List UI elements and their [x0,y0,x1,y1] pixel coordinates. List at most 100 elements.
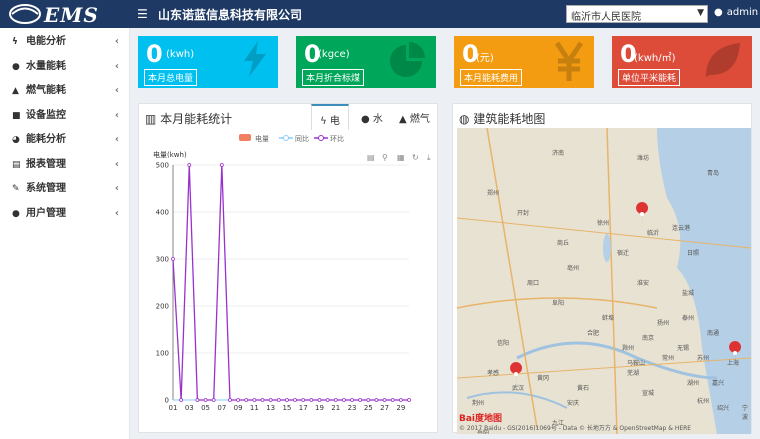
data-point [398,398,403,402]
data-point [244,398,249,402]
sidebar-item-label: 水量能耗 [26,60,66,72]
map-city-label: 无锡 [677,345,690,352]
map-city-label: 临沂 [647,230,660,237]
card-label: 本月折合标煤 [302,69,365,86]
data-point [317,398,322,402]
map-city-label: 荆州 [472,400,485,407]
chevron-left-icon: ‹ [114,60,119,72]
data-point [341,398,346,402]
data-point [260,398,265,402]
tab-water[interactable]: ● 水 [361,110,383,125]
drop-icon: ● [12,61,20,72]
sidebar-item-label: 能耗分析 [26,134,66,145]
x-tick-label: 11 [250,404,259,412]
chevron-left-icon: ‹ [114,207,119,219]
data-point [252,398,257,402]
y-tick-label: 300 [156,256,169,264]
data-point [211,398,216,402]
chart-tool-icon: ▤ [367,153,375,162]
map-city-label: 马鞍山 [627,360,646,367]
data-point [407,398,411,402]
map-city-label: 宁波 [742,405,749,421]
x-tick-label: 19 [315,404,324,412]
file-icon: ▤ [12,159,21,170]
building-map-panel: ◍ 建筑能耗地图 济南 潍坊 青岛 临沂 日照 徐州 连云港 宿迁 淮安 盐城 蚌埠 合肥 南京 扬州 泰州… [452,103,752,434]
sidebar-item-electric[interactable]: ϟ 电能分析 ‹ [0,30,129,55]
data-point [382,398,387,402]
y-axis-label: 电量(kwh) [153,150,187,159]
map-city-label: 周口 [527,280,540,287]
data-point [236,398,241,402]
chevron-left-icon: ‹ [114,36,119,47]
sidebar-item-reports[interactable]: ▤ 报表管理 ‹ [0,153,129,178]
map-city-label: 盐城 [682,290,695,297]
sidebar-item-water[interactable]: ● 水量能耗 ‹ [0,55,129,80]
sidebar-item-system[interactable]: ✎ 系统管理 ‹ [0,177,129,202]
hospital-select-value: 临沂市人民医院 [571,12,641,23]
data-point [219,163,224,167]
map-city-label: 宣城 [642,390,655,397]
x-tick-label: 21 [331,404,340,412]
sidebar-item-gas[interactable]: ▲ 燃气能耗 ‹ [0,79,129,104]
legend-label: 电量 [255,134,269,143]
data-point [309,398,314,402]
data-point [325,398,330,402]
map-marker-icon[interactable] [636,202,649,228]
map-city-label: 嘉兴 [712,380,725,387]
map-city-label: 宿迁 [617,250,630,257]
map-city-label: 常州 [662,355,675,362]
energy-line-chart: 电量 同比 环比▤ ⚲ ▦ ↻ ⤓电量(kwh)010020030040050001 03 05… [153,134,431,412]
map-city-label: 商丘 [557,240,570,247]
map-city-label: 苏州 [697,355,710,362]
ems-logo[interactable]: EMS [0,0,130,28]
hospital-select[interactable]: 临沂市人民医院 ▼ [566,5,708,23]
x-tick-label: 23 [348,404,357,412]
chevron-left-icon: ‹ [114,109,119,121]
top-header: EMS ☰ 山东诺蓝信息科技有限公司 临沂市人民医院 ▼ ● admin [0,0,760,28]
card-energy-cost[interactable]: 0 (元) 本月能耗费用 [454,36,594,88]
x-tick-label: 01 [169,404,178,412]
sidebar-item-label: 电能分析 [26,36,66,47]
globe-icon: ◍ [459,112,470,126]
yen-icon [554,41,584,81]
data-point [358,398,363,402]
x-tick-label: 27 [380,404,389,412]
map-city-label: 淮安 [637,280,650,287]
bar-chart-icon: ▥ [145,112,157,126]
sidebar-toggle-icon[interactable]: ☰ [137,7,148,21]
legend-swatch [283,135,289,141]
sidebar-item-label: 设备监控 [26,109,66,121]
panel-title: ◍ 建筑能耗地图 [459,112,546,126]
map-city-label: 济南 [552,150,565,157]
card-standard-coal[interactable]: 0 (kgce) 本月折合标煤 [296,36,436,88]
x-tick-label: 29 [396,404,405,412]
tab-gas[interactable]: ▲ 燃气 [399,110,430,125]
card-label: 本月总电量 [144,69,198,86]
building-energy-map[interactable]: 济南 潍坊 青岛 临沂 日照 徐州 连云港 宿迁 淮安 盐城 蚌埠 合肥 南京 扬州 泰州 南通 苏州 上海 杭州 武… [457,128,751,434]
data-point [390,398,395,402]
card-per-sqm[interactable]: 0 (kwh/㎡) 单位平米能耗 [612,36,752,88]
y-tick-label: 500 [156,162,169,170]
map-city-label: 青岛 [707,170,720,177]
data-point [333,398,338,402]
sidebar-item-label: 燃气能耗 [26,85,66,96]
user-menu[interactable]: ● admin [714,7,758,18]
sidebar-item-analysis[interactable]: ◕ 能耗分析 ‹ [0,128,129,153]
data-point [293,398,297,402]
logo-swoosh-icon [9,4,41,24]
card-unit: (kgce) [318,49,350,60]
map-copyright: © 2017 Baidu - GS(2016)1069号 - Data © 长地… [459,425,692,432]
bolt-icon: ϟ [320,116,327,127]
map-city-label: 安庆 [567,400,580,407]
data-point [171,257,175,261]
drop-icon: ● [361,114,370,125]
x-tick-label: 15 [282,404,291,412]
sidebar-item-users[interactable]: ● 用户管理 ‹ [0,202,129,227]
sidebar-item-monitor[interactable]: ■ 设备监控 ‹ [0,104,129,129]
card-total-electric[interactable]: 0 (kwh) 本月总电量 [138,36,278,88]
tab-electric[interactable]: ϟ 电 [311,104,349,130]
chevron-left-icon: ‹ [114,158,119,170]
wrench-icon: ✎ [12,184,20,194]
y-tick-label: 400 [156,209,169,217]
x-tick-label: 09 [234,404,243,412]
